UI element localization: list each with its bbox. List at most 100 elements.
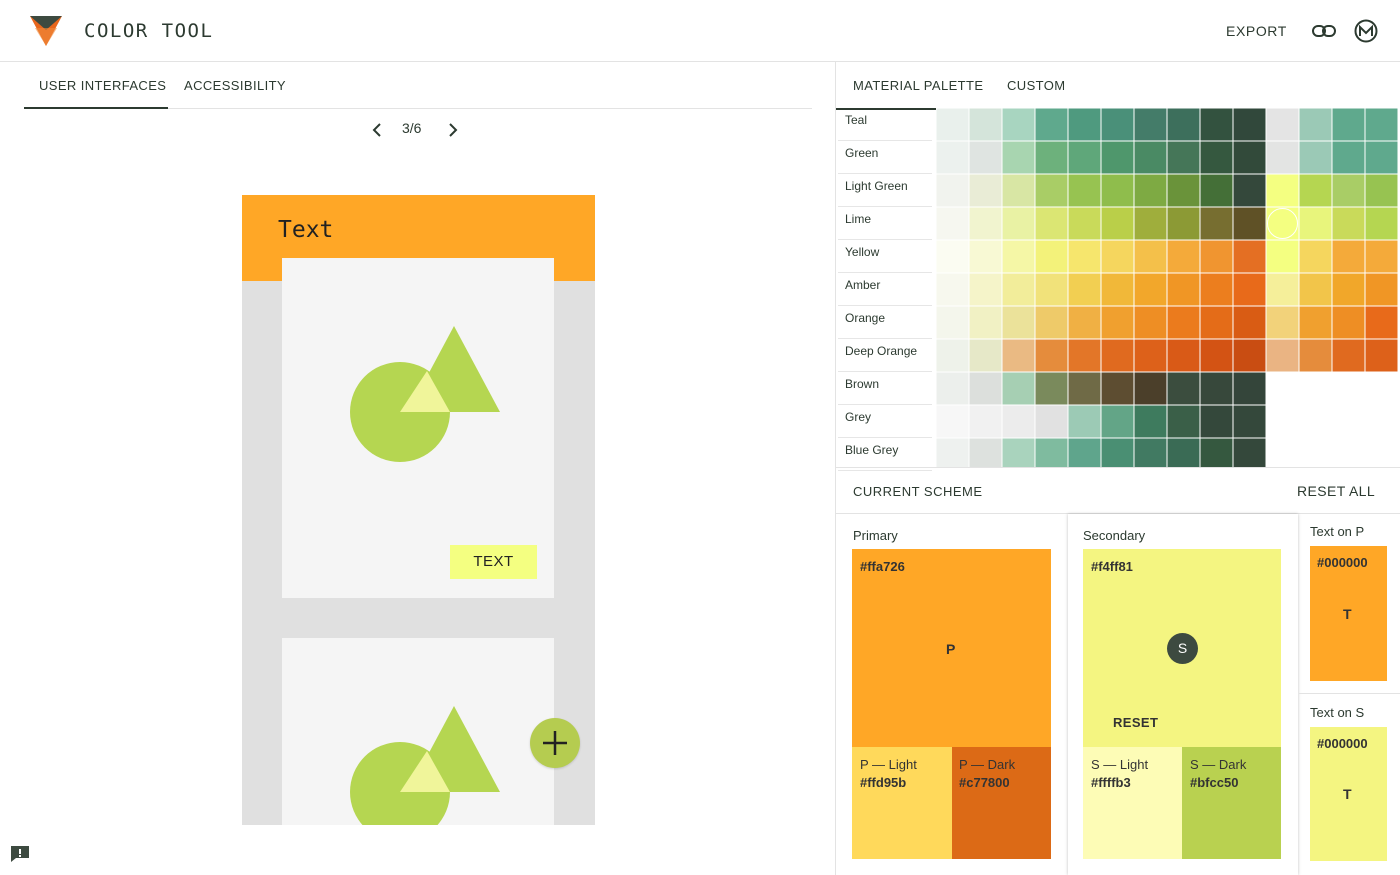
palette-swatch[interactable]: [968, 437, 1003, 467]
palette-swatch[interactable]: [968, 206, 1003, 241]
palette-swatch[interactable]: [1133, 437, 1168, 467]
palette-swatch[interactable]: [1133, 404, 1168, 439]
palette-swatch[interactable]: [1034, 140, 1069, 175]
palette-swatch[interactable]: [936, 437, 970, 467]
palette-swatch[interactable]: [1034, 338, 1069, 373]
preview-fab[interactable]: [530, 718, 580, 768]
palette-swatch[interactable]: [1133, 108, 1168, 142]
palette-row-orange[interactable]: Orange: [838, 306, 932, 339]
palette-swatch[interactable]: [1298, 305, 1333, 340]
palette-swatch[interactable]: [1265, 305, 1300, 340]
palette-swatch[interactable]: [1298, 239, 1333, 274]
palette-swatch[interactable]: [1100, 239, 1135, 274]
palette-swatch[interactable]: [936, 272, 970, 307]
palette-swatch[interactable]: [1067, 173, 1102, 208]
palette-swatch[interactable]: [1199, 140, 1234, 175]
palette-swatch[interactable]: [1001, 305, 1036, 340]
palette-swatch[interactable]: [1100, 305, 1135, 340]
palette-swatch[interactable]: [936, 140, 970, 175]
palette-swatch[interactable]: [1298, 173, 1333, 208]
palette-swatch[interactable]: [1133, 338, 1168, 373]
palette-swatch[interactable]: [936, 404, 970, 439]
export-button[interactable]: EXPORT: [1226, 23, 1287, 39]
palette-swatch[interactable]: [1232, 371, 1267, 406]
palette-swatch[interactable]: [1100, 173, 1135, 208]
palette-swatch[interactable]: [1067, 140, 1102, 175]
palette-swatch[interactable]: [1100, 371, 1135, 406]
palette-swatch[interactable]: [1034, 108, 1069, 142]
palette-swatch[interactable]: [1001, 173, 1036, 208]
palette-swatch[interactable]: [1199, 404, 1234, 439]
palette-row-grey[interactable]: Grey: [838, 405, 932, 438]
palette-swatch[interactable]: [1067, 305, 1102, 340]
preview-text-button[interactable]: TEXT: [450, 545, 537, 579]
tab-accessibility[interactable]: ACCESSIBILITY: [184, 78, 286, 93]
palette-swatch[interactable]: [968, 404, 1003, 439]
palette-swatch[interactable]: [1034, 173, 1069, 208]
palette-swatch[interactable]: [1100, 338, 1135, 373]
palette-swatch[interactable]: [1001, 437, 1036, 467]
palette-swatch[interactable]: [1232, 404, 1267, 439]
palette-swatch[interactable]: [968, 338, 1003, 373]
primary-light-swatch[interactable]: P — Light #ffd95b: [852, 747, 952, 859]
palette-row-lime[interactable]: Lime: [838, 207, 932, 240]
palette-swatch[interactable]: [1265, 108, 1300, 142]
palette-swatch[interactable]: [1331, 206, 1366, 241]
reset-all-button[interactable]: RESET ALL: [1297, 483, 1375, 499]
palette-swatch[interactable]: [1199, 206, 1234, 241]
palette-swatch[interactable]: [1364, 140, 1399, 175]
palette-swatch[interactable]: [1331, 272, 1366, 307]
palette-swatch[interactable]: [1331, 108, 1366, 142]
secondary-light-swatch[interactable]: S — Light #ffffb3: [1083, 747, 1182, 859]
palette-swatch[interactable]: [1100, 140, 1135, 175]
palette-swatch[interactable]: [936, 206, 970, 241]
palette-swatch[interactable]: [968, 239, 1003, 274]
palette-swatch[interactable]: [1001, 338, 1036, 373]
palette-swatch[interactable]: [1034, 437, 1069, 467]
palette-swatch[interactable]: [1001, 206, 1036, 241]
palette-swatch[interactable]: [1034, 206, 1069, 241]
palette-swatch[interactable]: [1067, 108, 1102, 142]
secondary-reset-button[interactable]: RESET: [1113, 715, 1158, 730]
palette-swatch[interactable]: [1265, 338, 1300, 373]
palette-swatch[interactable]: [1166, 239, 1201, 274]
tab-custom[interactable]: CUSTOM: [1007, 78, 1066, 93]
palette-swatch[interactable]: [1331, 173, 1366, 208]
primary-swatch[interactable]: #ffa726 P: [852, 549, 1051, 747]
palette-swatch[interactable]: [968, 272, 1003, 307]
palette-swatch[interactable]: [1199, 338, 1234, 373]
palette-swatch[interactable]: [1001, 404, 1036, 439]
palette-swatch[interactable]: [936, 338, 970, 373]
secondary-letter-badge[interactable]: S: [1167, 633, 1198, 664]
palette-row-deep-orange[interactable]: Deep Orange: [838, 339, 932, 372]
palette-swatch[interactable]: [1100, 437, 1135, 467]
palette-swatch[interactable]: [1166, 173, 1201, 208]
palette-swatch[interactable]: [1067, 272, 1102, 307]
palette-row-teal[interactable]: Teal: [838, 108, 932, 141]
palette-swatch[interactable]: [1265, 272, 1300, 307]
chevron-left-icon[interactable]: [368, 120, 388, 140]
palette-row-light-green[interactable]: Light Green: [838, 174, 932, 207]
chevron-right-icon[interactable]: [442, 120, 462, 140]
palette-swatch[interactable]: [1364, 206, 1399, 241]
palette-swatch[interactable]: [1364, 173, 1399, 208]
palette-swatch[interactable]: [1067, 206, 1102, 241]
palette-swatch[interactable]: [1166, 206, 1201, 241]
palette-swatch[interactable]: [1232, 173, 1267, 208]
palette-swatch[interactable]: [1133, 173, 1168, 208]
palette-swatch[interactable]: [1232, 206, 1267, 241]
palette-swatch[interactable]: [1166, 108, 1201, 142]
palette-swatch[interactable]: [1034, 272, 1069, 307]
palette-swatch[interactable]: [1364, 272, 1399, 307]
palette-swatch[interactable]: [1100, 272, 1135, 307]
palette-swatch[interactable]: [1364, 338, 1399, 373]
palette-swatch[interactable]: [1298, 338, 1333, 373]
palette-swatch[interactable]: [1034, 404, 1069, 439]
palette-swatch[interactable]: [1199, 173, 1234, 208]
palette-swatch[interactable]: [1364, 305, 1399, 340]
palette-swatch[interactable]: [1133, 305, 1168, 340]
palette-swatch[interactable]: [1331, 140, 1366, 175]
palette-swatch[interactable]: [1331, 239, 1366, 274]
palette-swatch[interactable]: [1298, 140, 1333, 175]
palette-swatch[interactable]: [1100, 108, 1135, 142]
